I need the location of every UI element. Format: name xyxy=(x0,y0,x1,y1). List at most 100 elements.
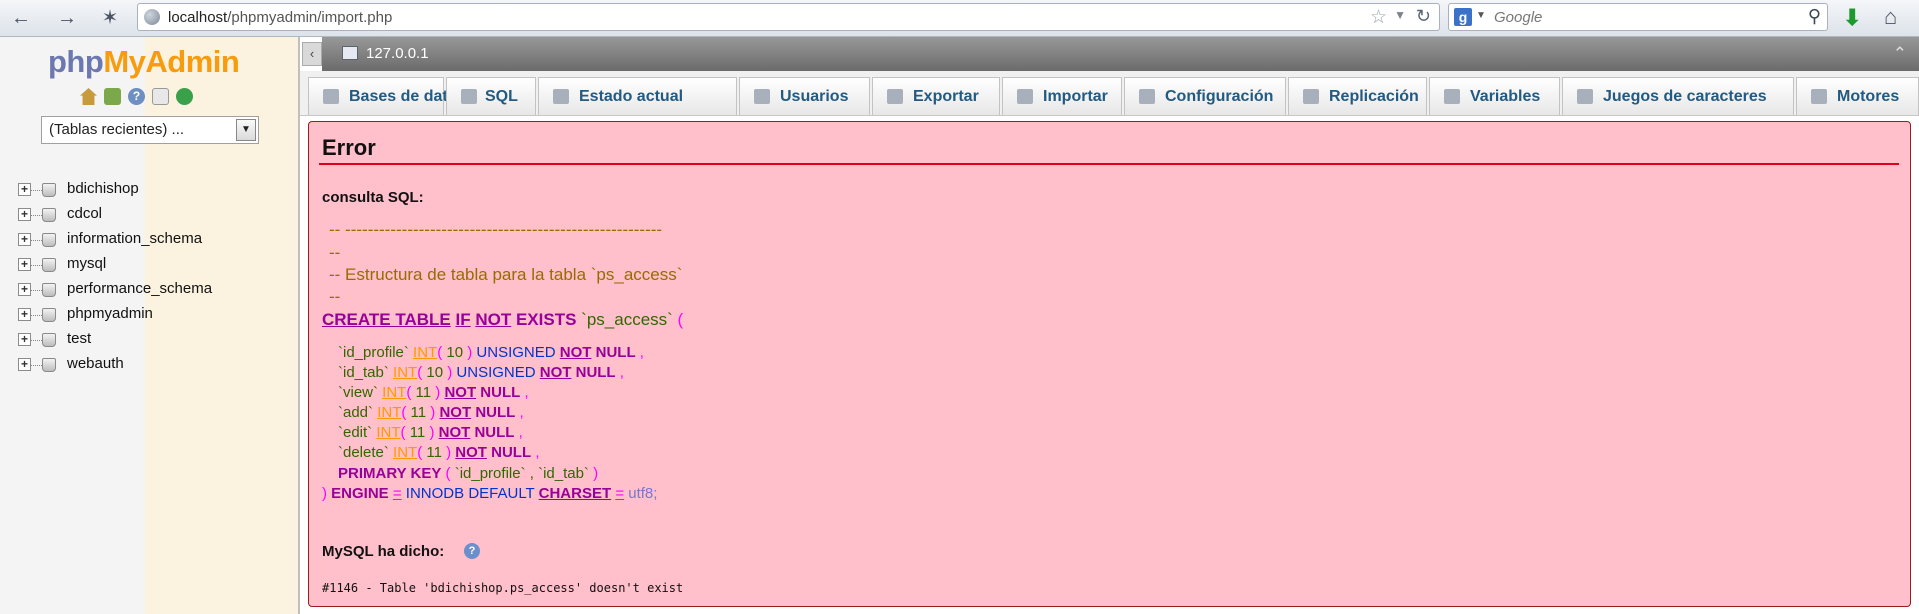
database-name[interactable]: information_schema xyxy=(67,230,202,247)
reload-navigation-icon[interactable] xyxy=(176,88,193,105)
sql-engine-value: INNODB xyxy=(405,485,465,502)
sql-punct: ) xyxy=(446,444,452,461)
database-name[interactable]: phpmyadmin xyxy=(67,305,153,322)
sql-punct: ) xyxy=(430,404,436,421)
documentation-help-icon[interactable]: ? xyxy=(464,543,480,559)
tab-importar[interactable]: Importar xyxy=(1002,77,1122,115)
sql-column-line: `id_tab` INT( 10 ) UNSIGNED NOT NULL , xyxy=(338,364,624,381)
sql-type: INT xyxy=(393,444,418,461)
tab-label: Replicación xyxy=(1329,88,1419,105)
sql-punct: ( xyxy=(417,444,423,461)
expand-plus-icon[interactable]: + xyxy=(18,208,31,221)
export-icon xyxy=(887,89,903,104)
tab-label: Configuración xyxy=(1165,88,1274,105)
sql-punct: ) xyxy=(429,424,435,441)
tab-label: Exportar xyxy=(913,88,979,105)
tab-motores[interactable]: Motores xyxy=(1796,77,1919,115)
database-icon xyxy=(31,233,56,247)
sql-comment: -- Estructura de tabla para la tabla `ps… xyxy=(329,265,683,284)
tab-configuraci-n[interactable]: Configuración xyxy=(1124,77,1286,115)
browser-toolbar: ← → ✶ localhost/phpmyadmin/import.php ☆ … xyxy=(0,0,1919,37)
sql-punct: ( xyxy=(401,404,407,421)
sql-comment: -- xyxy=(329,287,341,306)
sql-punct: ( xyxy=(677,310,684,329)
server-link[interactable]: 127.0.0.1 xyxy=(366,45,429,62)
tab-variables[interactable]: Variables xyxy=(1429,77,1560,115)
tab-replicaci-n[interactable]: Replicación xyxy=(1288,77,1427,115)
address-url[interactable]: localhost/phpmyadmin/import.php xyxy=(168,9,392,26)
sql-pk-columns: `id_profile` , `id_tab` xyxy=(454,465,589,482)
database-name[interactable]: test xyxy=(67,330,91,347)
chevron-down-icon[interactable]: ▼ xyxy=(236,119,256,141)
sql-punct: ) xyxy=(435,384,441,401)
home-icon[interactable] xyxy=(80,88,97,105)
expand-plus-icon[interactable]: + xyxy=(18,233,31,246)
sql-table-name: `ps_access` xyxy=(581,310,673,329)
database-name[interactable]: webauth xyxy=(67,355,124,372)
help-icon[interactable]: ? xyxy=(128,88,145,105)
home-icon[interactable]: ⌂ xyxy=(1884,4,1897,30)
search-icon[interactable]: ⚲ xyxy=(1808,6,1821,27)
address-bar[interactable]: localhost/phpmyadmin/import.php ☆ ▼ ↻ xyxy=(137,3,1440,31)
back-arrow-icon[interactable]: ← xyxy=(9,6,33,30)
sql-number: 11 xyxy=(426,444,442,461)
engine-dropdown-icon[interactable]: ▼ xyxy=(1476,10,1486,21)
sql-keyword: NOT xyxy=(475,310,512,329)
tab-juegos-de-caracteres[interactable]: Juegos de caracteres xyxy=(1562,77,1794,115)
database-name[interactable]: bdichishop xyxy=(67,180,139,197)
expand-plus-icon[interactable]: + xyxy=(18,358,31,371)
server-icon xyxy=(342,46,358,60)
sql-keyword: ENGINE xyxy=(331,485,389,502)
history-dropdown-icon[interactable]: ▼ xyxy=(1394,8,1406,22)
recent-tables-select[interactable]: (Tablas recientes) ... ▼ xyxy=(41,116,259,144)
tab-label: Estado actual xyxy=(579,88,684,105)
status-icon xyxy=(553,89,569,104)
bookmark-star-icon[interactable]: ☆ xyxy=(1370,6,1387,29)
navigation-pane: phpMyAdmin ? (Tablas recientes) ... ▼ + b… xyxy=(0,37,300,614)
sql-operator: = xyxy=(392,485,402,502)
google-engine-icon[interactable]: g xyxy=(1454,8,1472,26)
tab-estado-actual[interactable]: Estado actual xyxy=(538,77,737,115)
bookmarks-icon[interactable]: ✶ xyxy=(98,6,122,30)
sql-column-name: `id_tab` xyxy=(338,364,389,381)
import-icon xyxy=(1017,89,1033,104)
database-name[interactable]: cdcol xyxy=(67,205,102,222)
sql-keyword: NOT xyxy=(559,344,592,361)
database-name[interactable]: performance_schema xyxy=(67,280,212,297)
database-icon xyxy=(31,308,56,322)
expand-plus-icon[interactable]: + xyxy=(18,333,31,346)
forward-arrow-icon[interactable]: → xyxy=(55,6,79,30)
logout-icon[interactable] xyxy=(104,88,121,105)
recent-tables-value: (Tablas recientes) ... xyxy=(49,121,185,138)
sql-keyword: NULL xyxy=(491,444,532,461)
expand-plus-icon[interactable]: + xyxy=(18,308,31,321)
sql-keyword: CHARSET xyxy=(538,485,612,502)
sql-type: INT xyxy=(413,344,438,361)
collapse-top-icon[interactable]: ⌃ xyxy=(1893,44,1907,64)
sql-operator: = xyxy=(615,485,625,502)
tab-sql[interactable]: SQL xyxy=(446,77,536,115)
search-bar[interactable]: g ▼ Google ⚲ xyxy=(1448,3,1828,31)
sql-number: 11 xyxy=(415,384,432,401)
sql-attribute: UNSIGNED xyxy=(456,364,536,381)
download-icon[interactable]: ⬇ xyxy=(1843,5,1861,31)
tab-bases-de-datos[interactable]: Bases de datos xyxy=(308,77,466,115)
reload-icon[interactable]: ↻ xyxy=(1416,6,1431,27)
documentation-icon[interactable] xyxy=(152,88,169,105)
databases-icon xyxy=(323,89,339,104)
database-icon xyxy=(31,283,56,297)
tab-label: Usuarios xyxy=(780,88,849,105)
sql-punct: , xyxy=(535,444,540,461)
tab-usuarios[interactable]: Usuarios xyxy=(739,77,870,115)
collapse-nav-button[interactable]: ‹ xyxy=(302,42,322,66)
expand-plus-icon[interactable]: + xyxy=(18,183,31,196)
expand-plus-icon[interactable]: + xyxy=(18,283,31,296)
expand-plus-icon[interactable]: + xyxy=(18,258,31,271)
sql-punct: , xyxy=(639,344,644,361)
sql-column-line: `edit` INT( 11 ) NOT NULL , xyxy=(338,424,523,441)
sql-create-line: CREATE TABLE IF NOT EXISTS `ps_access` ( xyxy=(322,310,683,330)
phpmyadmin-logo[interactable]: phpMyAdmin xyxy=(48,44,240,80)
database-name[interactable]: mysql xyxy=(67,255,106,272)
tab-exportar[interactable]: Exportar xyxy=(872,77,1000,115)
tab-label: Importar xyxy=(1043,88,1108,105)
